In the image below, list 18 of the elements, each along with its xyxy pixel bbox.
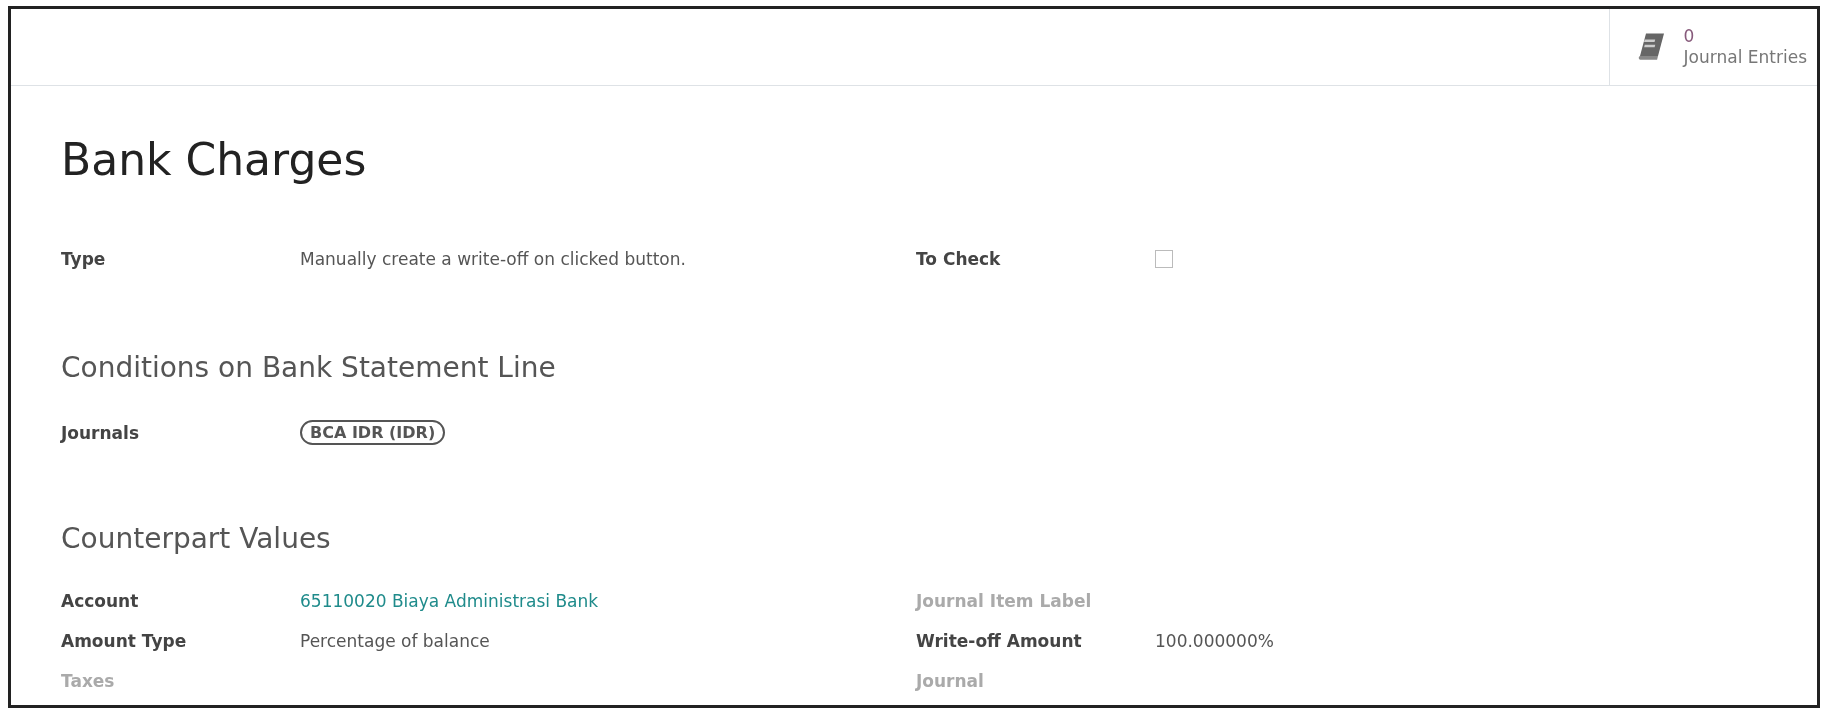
field-value: Percentage of balance xyxy=(300,631,490,651)
field-label: Type xyxy=(61,249,107,269)
section-heading: Conditions on Bank Statement Line xyxy=(61,351,557,384)
field-label: Account xyxy=(61,591,140,611)
field-label: Journal Item Label xyxy=(916,591,1093,611)
to-check-checkbox[interactable] xyxy=(1155,250,1173,268)
field-label: To Check xyxy=(916,249,1002,269)
field-label: Taxes xyxy=(61,671,116,691)
section-heading: Counterpart Values xyxy=(61,522,332,555)
field-value: Manually create a write-off on clicked button. xyxy=(300,249,686,269)
account-link[interactable]: 65110020 Biaya Administrasi Bank xyxy=(300,591,599,611)
field-value: 100.000000% xyxy=(1155,631,1274,651)
record-title: Bank Charges xyxy=(61,134,368,185)
field-label: Write-off Amount xyxy=(916,631,1083,651)
field-label: Journal xyxy=(916,671,985,691)
field-label: Amount Type xyxy=(61,631,188,651)
field-label: Journals xyxy=(61,422,140,443)
journal-tag[interactable]: BCA IDR (IDR) xyxy=(300,420,446,445)
